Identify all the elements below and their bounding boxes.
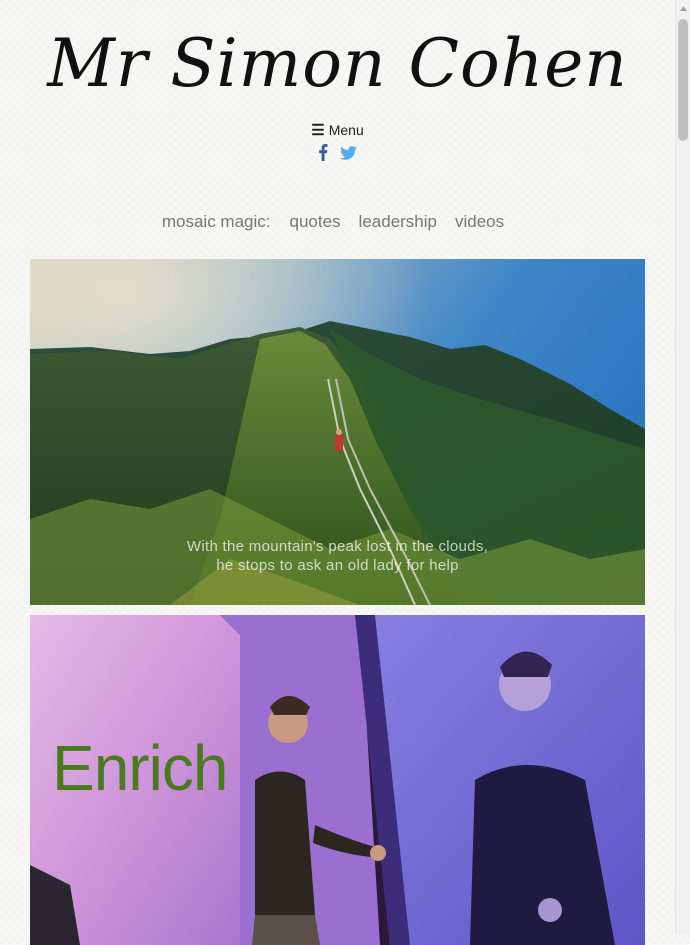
- mosaic-nav: mosaic magic: quotes leadership videos: [0, 212, 675, 232]
- scrollbar-thumb[interactable]: [678, 19, 688, 141]
- menu-label: Menu: [328, 122, 364, 138]
- facebook-icon[interactable]: [318, 144, 328, 166]
- tile-caption: With the mountain's peak lost in the clo…: [30, 537, 645, 575]
- scroll-up-arrow-icon[interactable]: [676, 0, 690, 17]
- twitter-icon[interactable]: [340, 145, 358, 165]
- mosaic-tile-speaker[interactable]: Enrich: [30, 615, 645, 945]
- mosaic-nav-label: mosaic magic:: [161, 212, 271, 231]
- enrich-sign-text: Enrich: [52, 732, 228, 804]
- hamburger-icon: ☰: [311, 122, 325, 139]
- nav-link-videos[interactable]: videos: [455, 212, 504, 231]
- site-logo[interactable]: Mr Simon Cohen: [0, 27, 675, 101]
- caption-line-2: he stops to ask an old lady for help: [216, 557, 459, 574]
- caption-line-1: With the mountain's peak lost in the clo…: [186, 538, 489, 555]
- menu-toggle[interactable]: ☰ Menu: [0, 121, 675, 139]
- page: Mr Simon Cohen ☰ Menu mosaic magic: quotes…: [0, 0, 675, 945]
- vertical-scrollbar[interactable]: [675, 0, 690, 934]
- nav-link-quotes[interactable]: quotes: [290, 212, 341, 231]
- mosaic-tile-mountain[interactable]: With the mountain's peak lost in the clo…: [30, 259, 645, 605]
- nav-link-leadership[interactable]: leadership: [359, 212, 437, 231]
- social-links: [0, 144, 675, 166]
